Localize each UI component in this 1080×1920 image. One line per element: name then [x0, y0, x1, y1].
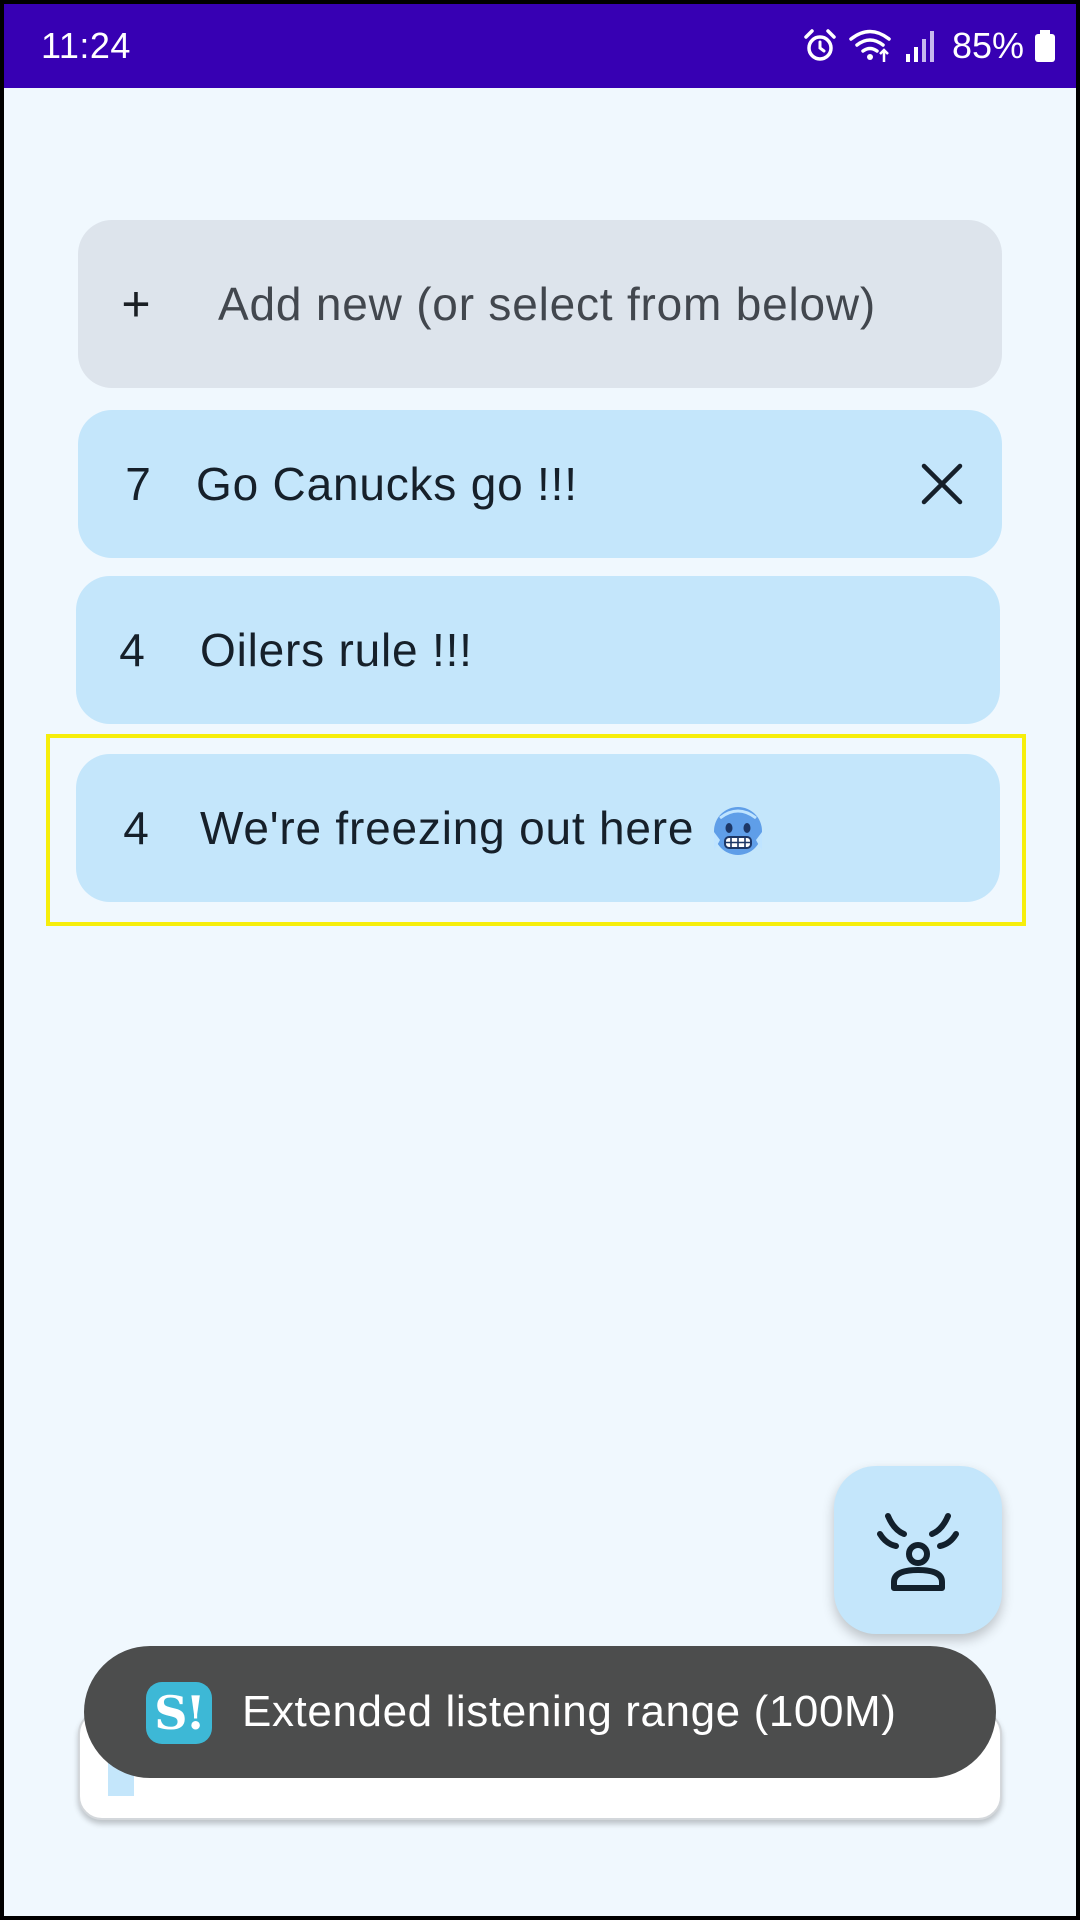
phrase-item-3[interactable]: 4 We're freezing out here	[76, 754, 1000, 902]
phrase-count: 4	[119, 624, 145, 676]
battery-percent: 85%	[951, 25, 1024, 66]
phrase-text: Go Canucks go !!!	[196, 458, 578, 510]
app-logo: S!	[146, 1682, 212, 1744]
cold-face-emoji-icon	[714, 807, 763, 855]
listening-fab-button[interactable]	[834, 1466, 1002, 1634]
wifi-icon	[849, 29, 891, 62]
phrase-text: Oilers rule !!!	[200, 624, 473, 676]
close-icon[interactable]	[918, 460, 966, 508]
alarm-icon	[804, 29, 836, 61]
status-time: 11:24	[41, 25, 131, 66]
listening-person-icon	[877, 1513, 959, 1591]
status-bar: 11:24 85%	[4, 4, 1076, 88]
phrase-item-2[interactable]: 4 Oilers rule !!!	[76, 576, 1000, 724]
phrase-text: We're freezing out here	[200, 802, 695, 854]
app-screen: 11:24 85% + Add new (or select from belo…	[4, 4, 1076, 1916]
add-new-label: Add new (or select from below)	[218, 278, 877, 330]
status-icons: 85%	[802, 4, 1056, 88]
phrase-count: 7	[125, 458, 151, 510]
toast-text: Extended listening range (100M)	[242, 1687, 897, 1736]
toast-message: S! Extended listening range (100M)	[84, 1646, 996, 1778]
add-new-button[interactable]: + Add new (or select from below)	[78, 220, 1002, 388]
plus-icon: +	[121, 276, 151, 332]
signal-icon	[905, 31, 934, 62]
battery-icon	[1035, 30, 1055, 62]
phrase-item-1[interactable]: 7 Go Canucks go !!!	[78, 410, 1002, 558]
phrase-count: 4	[123, 802, 149, 854]
